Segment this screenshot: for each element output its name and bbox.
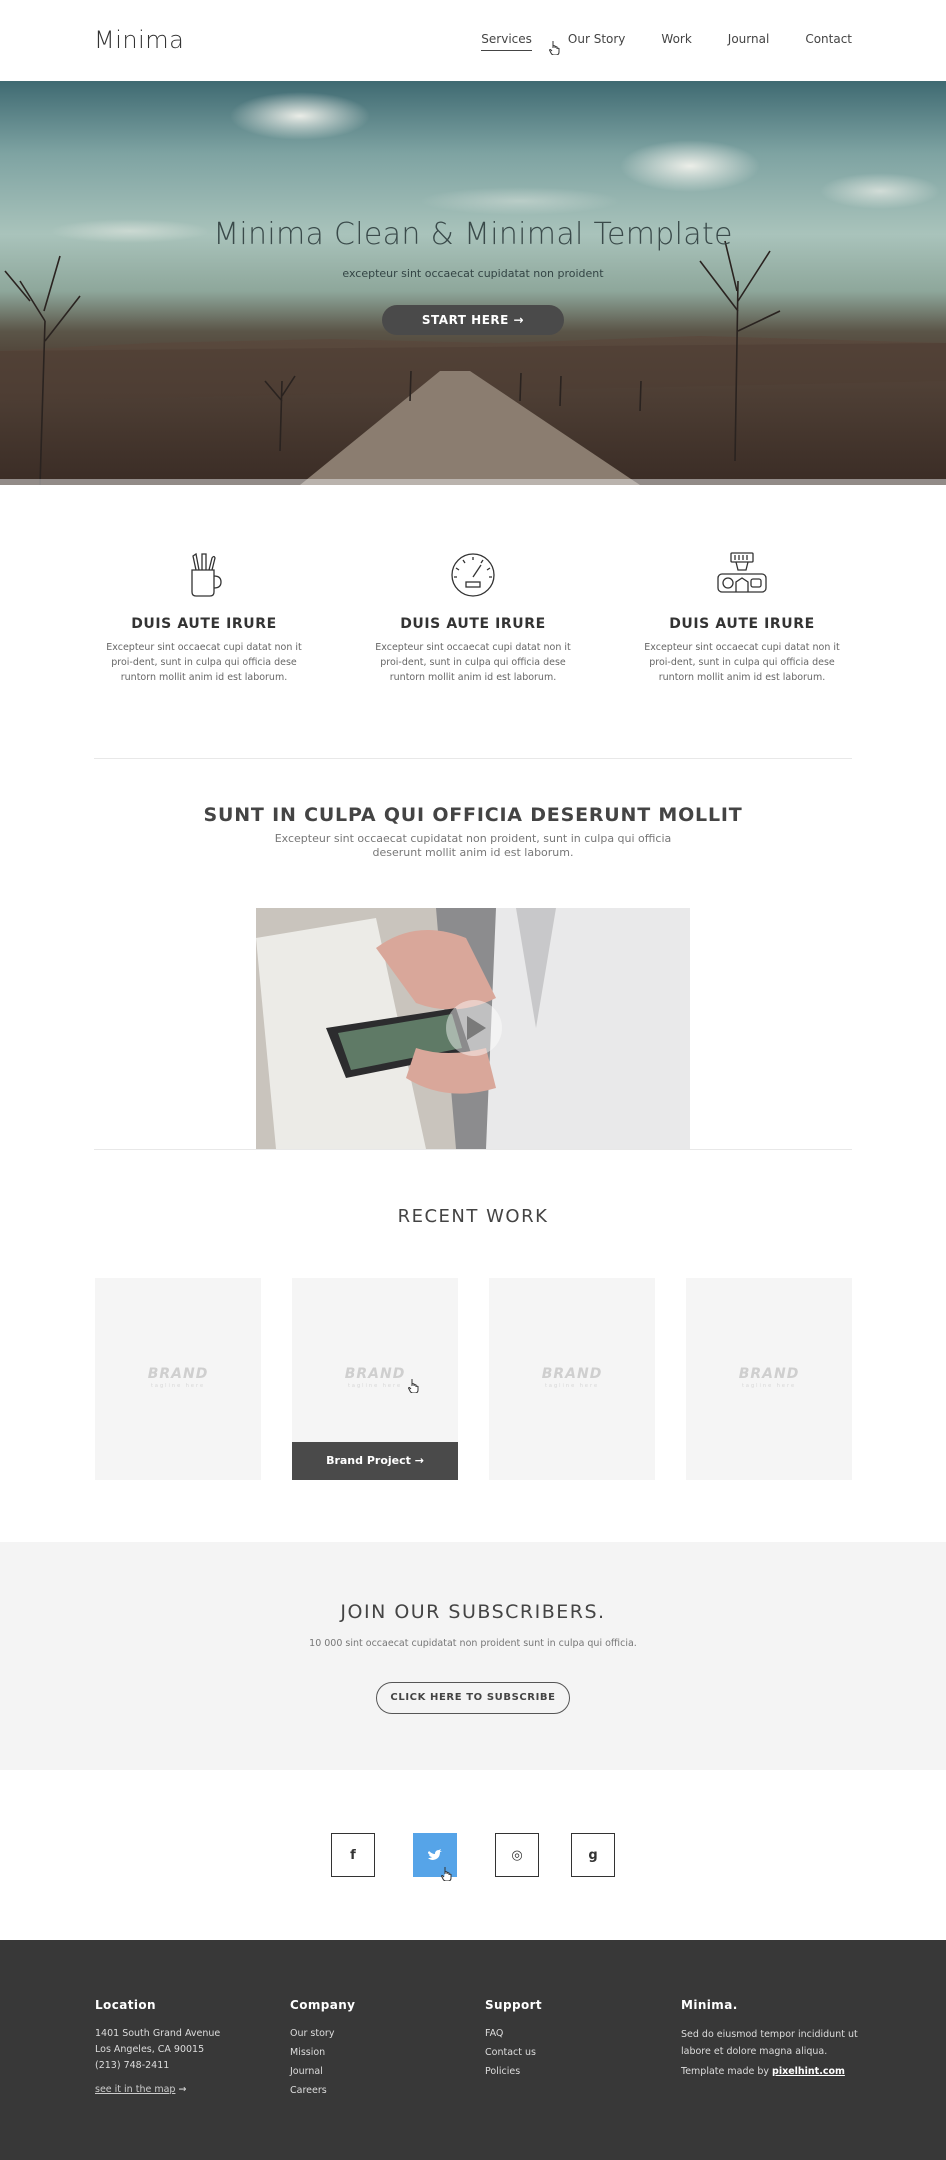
nav-services[interactable]: Services [481, 32, 532, 51]
brand-logo: BRAND [344, 1366, 406, 1382]
credit-prefix: Template made by [681, 2066, 773, 2077]
footer-location: Location 1401 South Grand Avenue Los Ang… [95, 1998, 275, 2095]
feature-item: DUIS AUTE IRURE Excepteur sint occaecat … [632, 550, 852, 685]
features-section: DUIS AUTE IRURE Excepteur sint occaecat … [94, 550, 852, 710]
brand-tagline: tagline here [544, 1383, 600, 1389]
phone-number: (213) 748-2411 [95, 2060, 170, 2071]
footer-about-text: Sed do eiusmod tempor incididunt ut labo… [681, 2029, 858, 2057]
play-icon [467, 1016, 486, 1040]
footer-link-policies[interactable]: Policies [485, 2062, 665, 2081]
footer-link-journal[interactable]: Journal [290, 2062, 470, 2081]
site-footer: Location 1401 South Grand Avenue Los Ang… [0, 1940, 946, 2160]
recent-work-title: RECENT WORK [397, 1206, 549, 1227]
section-divider [94, 1149, 852, 1150]
feature-item: DUIS AUTE IRURE Excepteur sint occaecat … [94, 550, 314, 685]
footer-link-our-story[interactable]: Our story [290, 2024, 470, 2043]
google-plus-icon: g [588, 1847, 598, 1863]
subscribe-button[interactable]: CLICK HERE TO SUBSCRIBE [376, 1682, 570, 1714]
nav-our-story[interactable]: Our Story [568, 32, 626, 46]
hand-cursor-icon [408, 1379, 419, 1393]
work-card[interactable]: BRAND tagline here [95, 1278, 261, 1480]
facebook-icon: f [350, 1847, 356, 1863]
footer-heading: Minima. [681, 1998, 738, 2012]
play-button[interactable] [446, 1000, 502, 1056]
site-header: Minima Services Our Story Work Journal C… [0, 0, 946, 81]
google-plus-button[interactable]: g [571, 1833, 615, 1877]
twitter-icon [428, 1849, 442, 1860]
brand-tagline: tagline here [741, 1383, 797, 1389]
hand-cursor-icon [549, 41, 560, 55]
subscribe-title: JOIN OUR SUBSCRIBERS. [340, 1601, 606, 1623]
hand-cursor-icon [441, 1867, 452, 1881]
nav-work[interactable]: Work [661, 32, 691, 46]
feature-text: Excepteur sint occaecat cupi datat non i… [644, 642, 840, 683]
footer-link-contact-us[interactable]: Contact us [485, 2043, 665, 2062]
subscribe-section: JOIN OUR SUBSCRIBERS. 10 000 sint occaec… [0, 1542, 946, 1770]
footer-link-mission[interactable]: Mission [290, 2043, 470, 2062]
brand-tagline: tagline here [347, 1383, 403, 1389]
brand-tagline: tagline here [150, 1383, 206, 1389]
template-credit: Template made by pixelhint.com [681, 2066, 861, 2077]
brand-logo: BRAND [738, 1366, 800, 1382]
hero-landscape-image [0, 92, 946, 485]
hero-title: Minima Clean & Minimal Template [213, 217, 733, 252]
feature-text: Excepteur sint occaecat cupi datat non i… [375, 642, 571, 683]
pencil-cup-icon [191, 552, 222, 597]
dribbble-button[interactable]: ◎ [495, 1833, 539, 1877]
footer-heading: Support [485, 1998, 543, 2012]
footer-link-careers[interactable]: Careers [290, 2081, 470, 2100]
work-card[interactable]: BRAND tagline here [686, 1278, 852, 1480]
arrow-right-icon: → [178, 2084, 187, 2095]
credit-link[interactable]: pixelhint.com [772, 2066, 845, 2077]
nav-contact[interactable]: Contact [805, 32, 852, 46]
twitter-button[interactable] [413, 1833, 457, 1881]
nav-journal[interactable]: Journal [728, 32, 770, 46]
brand-project-link[interactable]: Brand Project → [292, 1442, 458, 1480]
footer-about: Minima. Sed do eiusmod tempor incididunt… [681, 1998, 861, 2077]
subscribe-text: 10 000 sint occaecat cupidatat non proid… [309, 1638, 637, 1649]
address-line: Los Angeles, CA 90015 [95, 2044, 205, 2055]
footer-heading: Location [95, 1998, 156, 2012]
feature-title: DUIS AUTE IRURE [400, 616, 546, 632]
dribbble-icon: ◎ [511, 1847, 523, 1863]
intro-title: SUNT IN CULPA QUI OFFICIA DESERUNT MOLLI… [203, 804, 743, 826]
feature-title: DUIS AUTE IRURE [131, 616, 277, 632]
map-link-text[interactable]: see it in the map [95, 2084, 175, 2095]
facebook-button[interactable]: f [331, 1833, 375, 1877]
hero-subtitle: excepteur sint occaecat cupidatat non pr… [342, 267, 604, 280]
main-nav: Services Our Story Work Journal Contact [445, 32, 852, 51]
feature-title: DUIS AUTE IRURE [669, 616, 815, 632]
section-divider [94, 758, 852, 759]
coffee-machine-icon [717, 552, 767, 593]
footer-company: Company Our story Mission Journal Career… [290, 1998, 470, 2100]
brand-logo: BRAND [147, 1366, 209, 1382]
start-here-button[interactable]: START HERE → [382, 305, 564, 335]
feature-item: DUIS AUTE IRURE Excepteur sint occaecat … [363, 550, 583, 685]
map-link[interactable]: see it in the map → [95, 2084, 275, 2095]
feature-text: Excepteur sint occaecat cupi datat non i… [106, 642, 302, 683]
video-player[interactable] [256, 908, 690, 1149]
work-card[interactable]: BRAND tagline here Brand Project → [292, 1278, 458, 1480]
work-card[interactable]: BRAND tagline here [489, 1278, 655, 1480]
address-line: 1401 South Grand Avenue [95, 2028, 221, 2039]
footer-heading: Company [290, 1998, 356, 2012]
hero-banner: Minima Clean & Minimal Template excepteu… [0, 81, 946, 485]
footer-support: Support FAQ Contact us Policies [485, 1998, 665, 2081]
intro-subtitle: Excepteur sint occaecat cupidatat non pr… [274, 832, 672, 859]
logo[interactable]: Minima [94, 26, 184, 54]
speedometer-icon [451, 553, 495, 597]
brand-logo: BRAND [541, 1366, 603, 1382]
footer-link-faq[interactable]: FAQ [485, 2024, 665, 2043]
